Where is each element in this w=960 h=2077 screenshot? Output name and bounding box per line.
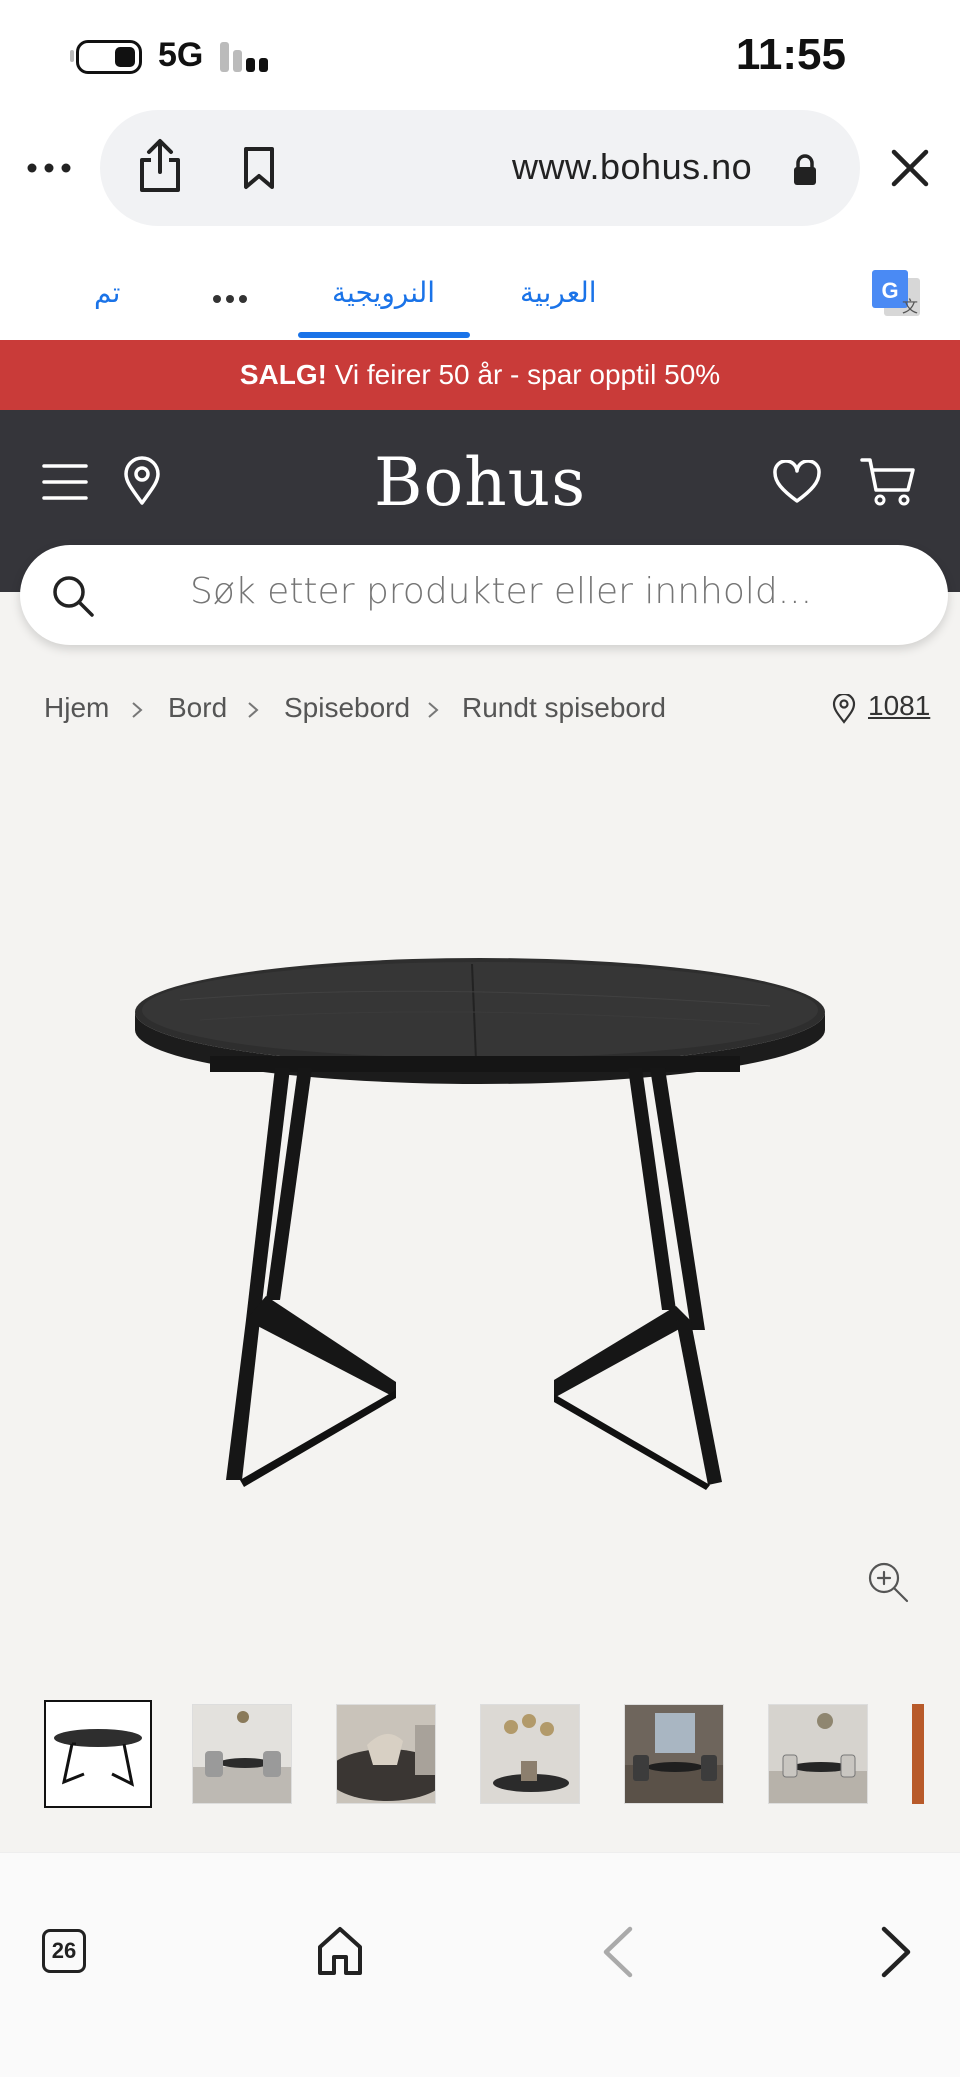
breadcrumb-spisebord[interactable]: Spisebord (284, 692, 410, 724)
sale-banner-text: Vi feirer 50 år - spar opptil 50% (326, 359, 721, 390)
zoom-in-icon[interactable] (866, 1560, 910, 1604)
translate-lang-arabic[interactable]: العربية (520, 276, 597, 309)
network-type: 5G (158, 36, 204, 74)
share-icon[interactable] (136, 138, 184, 194)
store-number: 1081 (868, 690, 931, 721)
breadcrumb-home[interactable]: Hjem (44, 692, 109, 724)
thumbnail-2[interactable] (192, 1704, 292, 1804)
tabs-button[interactable]: 26 (42, 1929, 86, 1973)
google-translate-icon[interactable]: G 文 (870, 268, 922, 320)
thumbnail-7[interactable] (912, 1704, 924, 1804)
browser-toolbar: www.bohus.no (0, 110, 960, 230)
thumbnail-5[interactable] (624, 1704, 724, 1804)
chevron-right-icon (248, 702, 259, 718)
signal-icon (220, 42, 272, 72)
location-pin-icon (832, 694, 856, 724)
close-icon[interactable] (888, 146, 932, 190)
wishlist-heart-icon[interactable] (772, 460, 822, 504)
search-bar[interactable] (20, 545, 948, 645)
search-input[interactable] (190, 571, 890, 612)
sale-banner[interactable]: SALG! Vi feirer 50 år - spar opptil 50% (0, 340, 960, 410)
breadcrumb-bord[interactable]: Bord (168, 692, 227, 724)
clock: 11:55 (735, 30, 846, 79)
thumbnail-3[interactable] (336, 1704, 436, 1804)
translate-more-icon[interactable] (212, 292, 248, 306)
translate-lang-norwegian[interactable]: النرويجية (332, 276, 435, 309)
tab-count: 26 (42, 1929, 86, 1973)
home-icon[interactable] (316, 1925, 364, 1977)
chevron-right-icon (132, 702, 143, 718)
translate-done-button[interactable]: تم (94, 276, 120, 309)
sale-banner-bold: SALG! (239, 359, 327, 390)
browser-bottom-bar: 26 (0, 1852, 960, 2077)
active-lang-underline (298, 332, 470, 338)
svg-text:G: G (881, 278, 898, 303)
thumbnail-4[interactable] (480, 1704, 580, 1804)
thumbnail-6[interactable] (768, 1704, 868, 1804)
thumbnail-strip (44, 1700, 924, 1808)
thumbnail-1[interactable] (44, 1700, 152, 1808)
bookmark-icon[interactable] (242, 146, 276, 190)
search-icon (53, 576, 94, 617)
battery-icon (76, 40, 142, 74)
chevron-right-icon (428, 702, 439, 718)
svg-text:文: 文 (902, 297, 918, 316)
forward-arrow-icon[interactable] (878, 1925, 914, 1979)
back-arrow-icon[interactable] (600, 1925, 636, 1979)
address-bar[interactable]: www.bohus.no (100, 110, 860, 226)
lock-icon (794, 154, 816, 185)
breadcrumb-rundt-spisebord[interactable]: Rundt spisebord (462, 692, 666, 724)
selected-store[interactable]: 1081 (832, 690, 930, 730)
translate-bar: تم النرويجية العربية G 文 (0, 240, 960, 340)
url-text: www.bohus.no (512, 146, 753, 187)
battery-tip (70, 50, 74, 62)
product-image-table[interactable] (120, 920, 840, 1500)
cart-icon[interactable] (860, 456, 916, 508)
more-menu-icon[interactable] (26, 156, 72, 180)
status-bar: 5G 11:55 (0, 0, 960, 110)
